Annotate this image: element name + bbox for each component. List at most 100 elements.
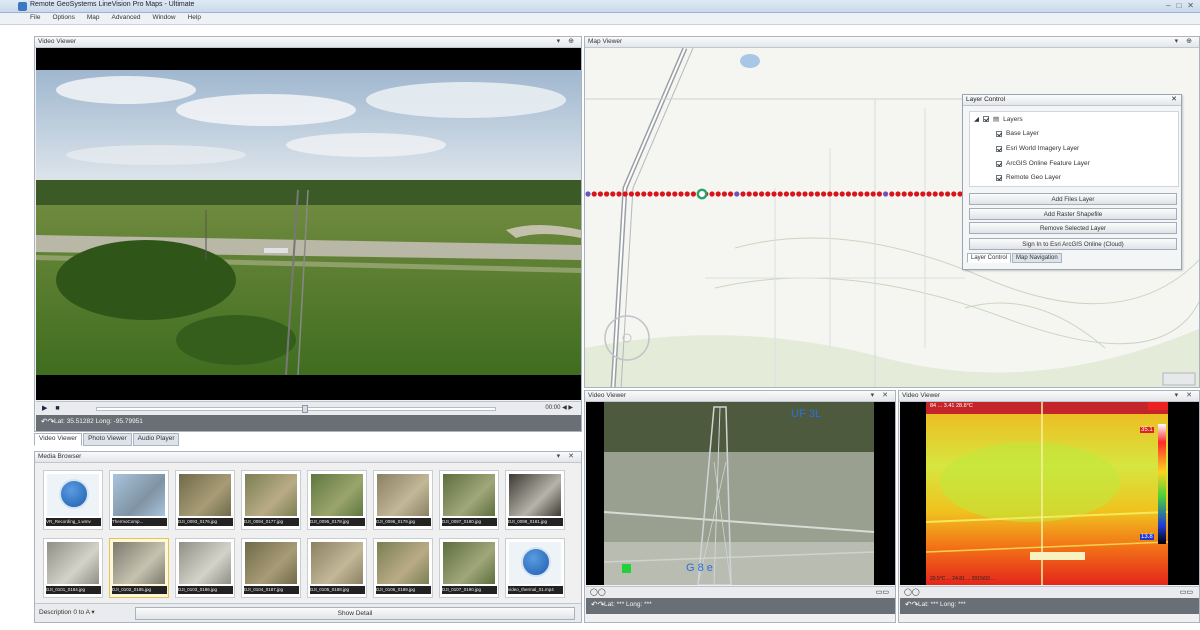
track-point[interactable] (684, 191, 690, 197)
track-point[interactable] (938, 191, 944, 197)
track-point[interactable] (870, 191, 876, 197)
track-point[interactable] (659, 191, 665, 197)
media-thumbnail[interactable]: DJI_0093_0176.jpg (175, 470, 235, 530)
layer-checkbox[interactable] (996, 160, 1002, 167)
play-pause-icon[interactable]: ▶ ■ (42, 404, 63, 412)
track-point[interactable] (839, 191, 845, 197)
pane-pin-controls[interactable]: ▾ ⊕ (557, 37, 577, 45)
track-point[interactable] (721, 191, 727, 197)
track-point[interactable] (833, 191, 839, 197)
track-point[interactable] (653, 191, 659, 197)
layer-checkbox[interactable] (996, 174, 1002, 181)
menu-window[interactable]: Window (152, 14, 175, 21)
track-point[interactable] (790, 191, 796, 197)
track-point[interactable] (771, 191, 777, 197)
track-point[interactable] (907, 191, 913, 197)
track-point[interactable] (672, 191, 678, 197)
show-detail-button[interactable]: Show Detail (135, 607, 575, 620)
description-select[interactable]: Description 0 to A ▾ (39, 608, 95, 616)
seek-knob[interactable] (302, 405, 308, 413)
nav-arrows-icon[interactable]: ↶↷ (905, 600, 918, 609)
remove-selected-layer-button[interactable]: Remove Selected Layer (969, 222, 1177, 234)
current-position-marker[interactable] (696, 188, 708, 200)
layer-checkbox[interactable] (983, 116, 989, 122)
add-raster-shapefile-button[interactable]: Add Raster Shapefile (969, 208, 1177, 220)
layer-item-feature[interactable]: ArcGIS Online Feature Layer (996, 160, 1090, 167)
menu-help[interactable]: Help (188, 14, 201, 21)
track-point[interactable] (901, 191, 907, 197)
layer-item-base[interactable]: Base Layer (996, 130, 1039, 137)
add-files-layer-button[interactable]: Add Files Layer (969, 193, 1177, 205)
track-point[interactable] (641, 191, 647, 197)
track-point[interactable] (783, 191, 789, 197)
track-marker[interactable] (883, 191, 889, 197)
track-marker[interactable] (734, 191, 740, 197)
track-point[interactable] (920, 191, 926, 197)
tab-layer-control[interactable]: Layer Control (967, 253, 1012, 263)
maximize-button[interactable]: □ (1176, 1, 1181, 10)
media-thumbnail[interactable]: DJI_0106_0189.jpg (373, 538, 433, 598)
track-point[interactable] (628, 191, 634, 197)
track-point[interactable] (845, 191, 851, 197)
zoom-controls-icon[interactable]: ▭▭ (876, 588, 889, 596)
media-thumbnail[interactable]: DJI_0097_0180.jpg (439, 470, 499, 530)
minimize-button[interactable]: – (1166, 1, 1170, 10)
track-point[interactable] (827, 191, 833, 197)
layer-checkbox[interactable] (996, 130, 1002, 137)
track-point[interactable] (591, 191, 597, 197)
track-point[interactable] (858, 191, 864, 197)
media-thumbnail[interactable]: DJI_0107_0190.jpg (439, 538, 499, 598)
track-point[interactable] (728, 191, 734, 197)
track-point[interactable] (889, 191, 895, 197)
track-point[interactable] (796, 191, 802, 197)
play-icon[interactable]: ◯◯ (590, 588, 606, 596)
collapse-icon[interactable]: ◢ (974, 115, 979, 123)
track-point[interactable] (715, 191, 721, 197)
track-point[interactable] (814, 191, 820, 197)
pane-pin-controls[interactable]: ▾ ✕ (557, 452, 577, 460)
media-thumbnail[interactable]: DJI_0096_0179.jpg (373, 470, 433, 530)
media-thumbnail[interactable]: DJI_0101_0184.jpg (43, 538, 103, 598)
track-point[interactable] (690, 191, 696, 197)
track-point[interactable] (926, 191, 932, 197)
menu-options[interactable]: Options (52, 14, 74, 21)
layer-item-imagery[interactable]: Esri World Imagery Layer (996, 145, 1079, 152)
track-point[interactable] (678, 191, 684, 197)
pane-pin-controls[interactable]: ▾ ✕ (1175, 391, 1195, 399)
video-screen[interactable]: UF 3L G 8 e (586, 402, 895, 586)
track-point[interactable] (808, 191, 814, 197)
play-icon[interactable]: ◯◯ (904, 588, 920, 596)
menu-file[interactable]: File (30, 14, 40, 21)
track-point[interactable] (746, 191, 752, 197)
track-point[interactable] (740, 191, 746, 197)
zoom-controls-icon[interactable]: ▭▭ (1180, 588, 1193, 596)
nav-arrows-icon[interactable]: ↶↷ (591, 600, 604, 609)
track-point[interactable] (666, 191, 672, 197)
close-button[interactable]: ✕ (1187, 1, 1194, 10)
track-point[interactable] (777, 191, 783, 197)
track-point[interactable] (647, 191, 653, 197)
track-point[interactable] (876, 191, 882, 197)
media-thumbnail[interactable]: video_thermal_01.mp4 (505, 538, 565, 598)
track-point[interactable] (852, 191, 858, 197)
track-point[interactable] (616, 191, 622, 197)
media-thumbnail[interactable]: VR_Recording_1.wmv (43, 470, 103, 530)
close-icon[interactable]: ✕ (1171, 95, 1177, 103)
media-thumbnail[interactable]: DJI_0094_0177.jpg (241, 470, 301, 530)
video-screen[interactable]: 84 ... 3.41 28.8°C 35.1 13.8 20.5°C ... … (900, 402, 1199, 585)
menu-advanced[interactable]: Advanced (112, 14, 141, 21)
track-point[interactable] (864, 191, 870, 197)
track-point[interactable] (635, 191, 641, 197)
tab-video-viewer[interactable]: Video Viewer (34, 433, 83, 446)
track-marker[interactable] (585, 191, 591, 197)
track-point[interactable] (759, 191, 765, 197)
media-thumbnail[interactable]: DJI_0102_0185.jpg (109, 538, 169, 598)
tab-photo-viewer[interactable]: Photo Viewer (83, 433, 132, 446)
tab-audio-player[interactable]: Audio Player (132, 433, 180, 446)
track-point[interactable] (914, 191, 920, 197)
layer-root[interactable]: ◢ ▤ Layers (974, 115, 1023, 124)
track-point[interactable] (752, 191, 758, 197)
pane-pin-controls[interactable]: ▾ ⊕ (1175, 37, 1195, 45)
media-thumbnail[interactable]: DJI_0105_0188.jpg (307, 538, 367, 598)
track-point[interactable] (610, 191, 616, 197)
